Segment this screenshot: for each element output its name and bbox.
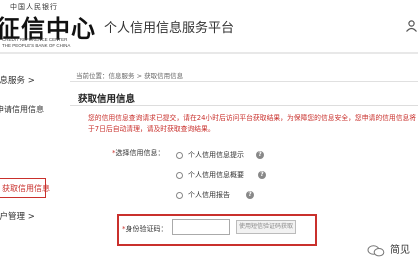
help-icon[interactable]: ?: [258, 171, 266, 179]
site-title: 个人信用信息服务平台: [104, 21, 235, 36]
logo-english-line2: THE PEOPLE'S BANK OF CHINA: [2, 43, 71, 48]
logo-english-line1: CREDIT REFERENCE CENTER: [2, 37, 68, 42]
verification-code-input[interactable]: [172, 219, 230, 235]
help-icon[interactable]: ?: [246, 191, 254, 199]
sidebar-item-apply-credit-info[interactable]: 申请信用信息: [0, 104, 44, 115]
sidebar-item-label: 获取信用信息: [2, 184, 50, 193]
sidebar: 信息服务 > 申请信用信息 获取信用信息 用户管理 >: [0, 58, 63, 268]
title-divider: [70, 105, 418, 106]
radio-credit-info-alert[interactable]: [176, 152, 183, 159]
breadcrumb: 当前位置：信息服务 > 获取信用信息: [76, 72, 184, 80]
wechat-icon: [367, 242, 385, 257]
select-credit-info-label-text: 选择信用信息：: [115, 149, 165, 157]
site-header: 中国人民银行 征信中心 CREDIT REFERENCE CENTER THE …: [0, 0, 418, 52]
verification-code-label-text: 身份验证码：: [125, 225, 168, 233]
option-label-credit-report[interactable]: 个人信用报告: [188, 190, 230, 200]
select-credit-info-label: *选择信用信息：: [112, 148, 165, 158]
sidebar-item-get-credit-info[interactable]: 获取信用信息: [0, 178, 50, 198]
sidebar-item-user-management[interactable]: 用户管理 >: [0, 210, 35, 222]
option-label-credit-info-summary[interactable]: 个人信用信息概要: [188, 170, 244, 180]
help-icon[interactable]: ?: [256, 151, 264, 159]
breadcrumb-divider: [70, 81, 418, 82]
sidebar-item-info-service[interactable]: 信息服务 >: [0, 74, 35, 86]
option-label-credit-info-alert[interactable]: 个人信用信息提示: [188, 150, 244, 160]
radio-credit-report[interactable]: [176, 192, 183, 199]
watermark-text: 简见: [390, 245, 410, 256]
page-title: 获取信用信息: [78, 94, 136, 105]
get-sms-code-button[interactable]: 使用短信验证码获取: [236, 220, 296, 234]
user-icon[interactable]: [405, 19, 418, 32]
notice-text: 您的信用信息查询请求已提交，请在24小时后访问平台获取结果，为保障您的信息安全，…: [88, 114, 417, 133]
radio-credit-info-summary[interactable]: [176, 172, 183, 179]
header-divider: [0, 52, 418, 54]
verification-code-label: *身份验证码：: [122, 224, 168, 234]
